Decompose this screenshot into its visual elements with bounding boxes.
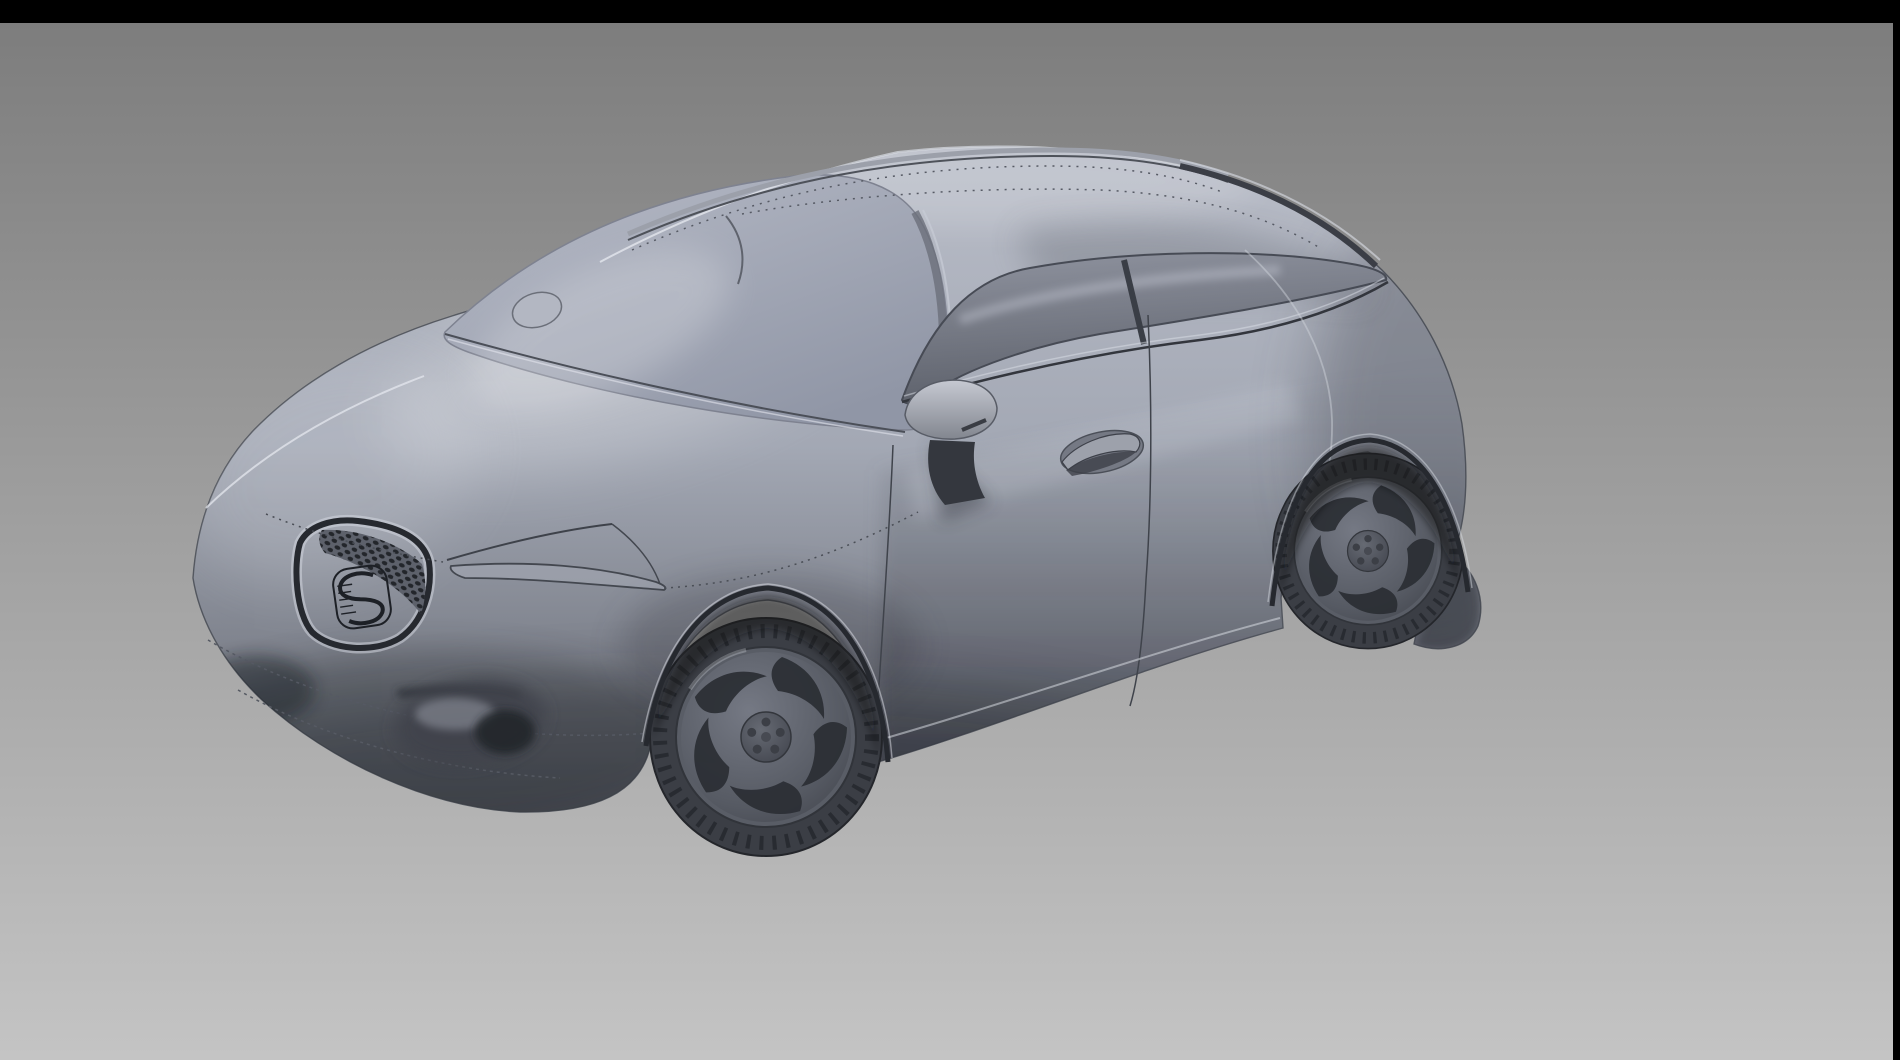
render-window [0, 0, 1900, 1060]
render-canvas[interactable] [0, 0, 1900, 1060]
